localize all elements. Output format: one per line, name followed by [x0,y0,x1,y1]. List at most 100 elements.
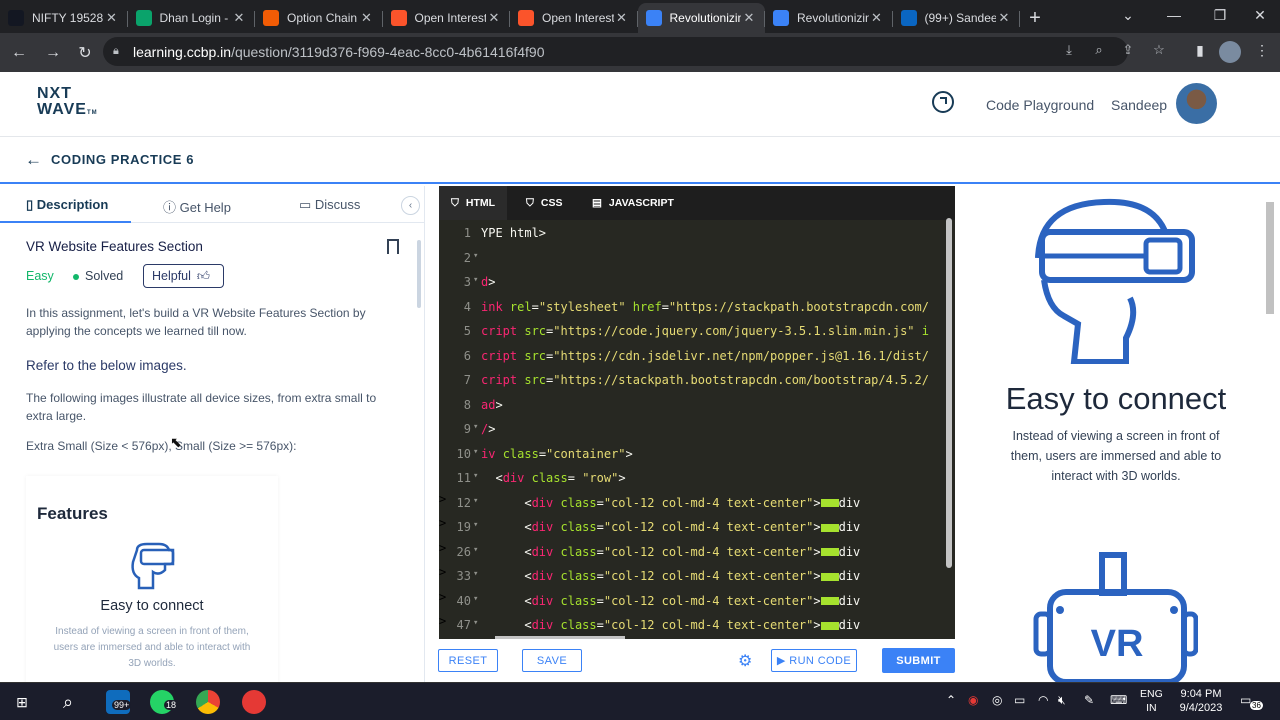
profile-avatar-icon[interactable] [1219,41,1241,63]
tab-search-icon[interactable]: ⌄ [1105,0,1151,30]
code-line[interactable]: 8 ad> [439,394,949,418]
close-tab-icon[interactable]: ✕ [359,10,375,26]
tray-chevron-icon[interactable]: ⌃ [946,693,956,707]
fold-arrow-icon[interactable]: ▾ [473,618,478,628]
share-icon[interactable]: ⇪ [1119,42,1137,60]
nxtwave-logo[interactable]: NXT WAVETM [37,86,98,121]
address-bar[interactable]: 🔒︎ learning.ccbp.in/question/3119d376-f9… [103,37,1165,66]
fold-arrow-icon[interactable]: ▾ [473,496,478,506]
tab-discuss[interactable]: ▭ Discuss [299,197,360,213]
close-tab-icon[interactable]: ✕ [614,10,630,26]
browser-tab[interactable]: Dhan Login - ✕ [128,3,255,33]
fold-arrow-icon[interactable]: ▾ [473,447,478,457]
clock[interactable]: 9:04 PM 9/4/2023 [1178,687,1224,715]
reload-button[interactable]: ↻ [70,38,100,68]
close-tab-icon[interactable]: ✕ [741,10,757,26]
code-area[interactable]: 1 YPE html> 2 ▾ 3 ▾ d> 4 ink rel="stylesheet" hr… [439,222,955,639]
tab-get-help[interactable]: ⓘ Get Help [163,197,231,216]
reset-button[interactable]: RESET [438,649,498,672]
code-line[interactable]: 3 ▾ d> [439,271,949,295]
tab-css[interactable]: ⛉ CSS [514,186,574,220]
close-tab-icon[interactable]: ✕ [869,10,885,26]
keyboard-icon[interactable]: ⌨ [1110,693,1127,707]
code-editor[interactable]: ⛉ HTML ⛉ CSS ▤ JAVASCRIPT 1 YPE html> 2 ▾ 3 ▾ d> 4… [439,186,955,639]
code-line[interactable]: 4 ink rel="stylesheet" href="https://stac… [439,296,949,320]
new-tab-button[interactable]: + [1020,3,1050,33]
output-scrollbar[interactable] [1266,202,1274,314]
speaker-muted-icon[interactable]: 🔇︎ [1058,693,1066,708]
bookmark-icon[interactable] [387,239,399,254]
chrome-icon[interactable] [196,690,220,714]
pen-icon[interactable]: ✎ [1084,693,1094,707]
code-line[interactable]: 6 cript src="https://cdn.jsdelivr.net/npm… [439,345,949,369]
settings-gear-icon[interactable]: ⚙ [738,651,752,671]
collapse-pane-button[interactable]: ‹ [401,196,420,215]
close-tab-icon[interactable]: ✕ [486,10,502,26]
fold-arrow-icon[interactable]: ▾ [473,275,478,285]
user-name[interactable]: Sandeep [1111,97,1167,113]
run-code-button[interactable]: ▶ RUN CODE [771,649,857,672]
browser-tab[interactable]: Option Chain ✕ [255,3,383,33]
code-line[interactable]: 12 ▾ <div class="col-12 col-md-4 text-cen… [439,492,949,516]
browser-tab[interactable]: (99+) Sandeep✕ [893,3,1020,33]
browser-tab[interactable]: Revolutionizin ✕ [637,3,765,33]
fold-arrow-icon[interactable]: ▾ [473,569,478,579]
tab-javascript[interactable]: ▤ JAVASCRIPT [580,186,686,220]
forward-button[interactable]: → [38,38,68,68]
mail-app-icon[interactable]: 99+ [106,690,132,714]
close-window-button[interactable]: ✕ [1237,0,1280,30]
save-button[interactable]: SAVE [522,649,582,672]
fold-arrow-icon[interactable]: ▾ [473,594,478,604]
language-indicator[interactable]: ENG IN [1140,687,1163,715]
code-line[interactable]: 10 ▾ iv class="container"> [439,443,949,467]
code-line[interactable]: 40 ▾ <div class="col-12 col-md-4 text-cen… [439,590,949,614]
timer-icon[interactable] [932,91,954,113]
back-button[interactable]: ← [4,38,34,68]
windows-start-icon[interactable]: ⊞ [10,690,34,714]
fold-arrow-icon[interactable]: ▾ [473,422,478,432]
code-playground-link[interactable]: Code Playground [986,97,1094,113]
code-line[interactable]: 7 cript src="https://stackpath.bootstrapc… [439,369,949,393]
close-tab-icon[interactable]: ✕ [231,10,247,26]
browser-tab[interactable]: Open Interest ✕ [510,3,638,33]
fold-arrow-icon[interactable]: ▾ [473,545,478,555]
fold-arrow-icon[interactable]: ▾ [473,251,478,261]
code-line[interactable]: 1 YPE html> [439,222,949,246]
code-line[interactable]: 11 ▾ <div class= "row"> [439,467,949,491]
fold-arrow-icon[interactable]: ▾ [473,471,478,481]
code-line[interactable]: 2 ▾ [439,247,949,271]
code-line[interactable]: 47 ▾ <div class="col-12 col-md-4 text-cen… [439,614,949,638]
battery-icon[interactable]: ▭ [1014,693,1025,707]
code-line[interactable]: 26 ▾ <div class="col-12 col-md-4 text-cen… [439,541,949,565]
menu-kebab-icon[interactable]: ⋮ [1252,42,1272,62]
zoom-icon[interactable]: ⌕ [1090,42,1108,60]
code-line[interactable]: 5 cript src="https://code.jquery.com/jque… [439,320,949,344]
install-icon[interactable]: ⤓ [1060,42,1078,60]
recorder-icon[interactable] [242,690,266,714]
helpful-button[interactable]: Helpful 👍︎ [143,264,224,288]
record-tray-icon[interactable]: ◉ [968,693,978,707]
code-line[interactable]: 9 ▾/> [439,418,949,442]
editor-vertical-scrollbar[interactable] [946,218,952,568]
browser-tab[interactable]: Open Interest ✕ [383,3,510,33]
avatar[interactable] [1176,83,1217,124]
code-line[interactable]: 19 ▾ <div class="col-12 col-md-4 text-cen… [439,516,949,540]
tab-description[interactable]: ▯ Description [26,197,108,213]
submit-button[interactable]: SUBMIT [882,648,955,673]
tab-html[interactable]: ⛉ HTML [439,186,508,220]
tray-app-icon[interactable]: ◎ [992,693,1002,707]
close-tab-icon[interactable]: ✕ [996,10,1012,26]
sidepanel-icon[interactable]: ▮ [1190,42,1210,62]
description-scrollbar[interactable] [417,240,421,308]
wifi-icon[interactable]: ◠ [1038,693,1048,707]
code-line[interactable]: 33 ▾ <div class="col-12 col-md-4 text-cen… [439,565,949,589]
search-icon[interactable]: ⌕ [56,690,80,714]
bookmark-star-icon[interactable]: ☆ [1150,42,1168,60]
minimize-button[interactable]: — [1151,0,1197,30]
notification-icon[interactable]: ▭ 36 [1240,693,1263,710]
browser-tab[interactable]: NIFTY 19528 ✕ [0,3,128,33]
close-tab-icon[interactable]: ✕ [104,10,120,26]
back-arrow-icon[interactable]: ← [25,150,42,170]
whatsapp-icon[interactable]: 18 [150,690,179,714]
fold-arrow-icon[interactable]: ▾ [473,520,478,530]
